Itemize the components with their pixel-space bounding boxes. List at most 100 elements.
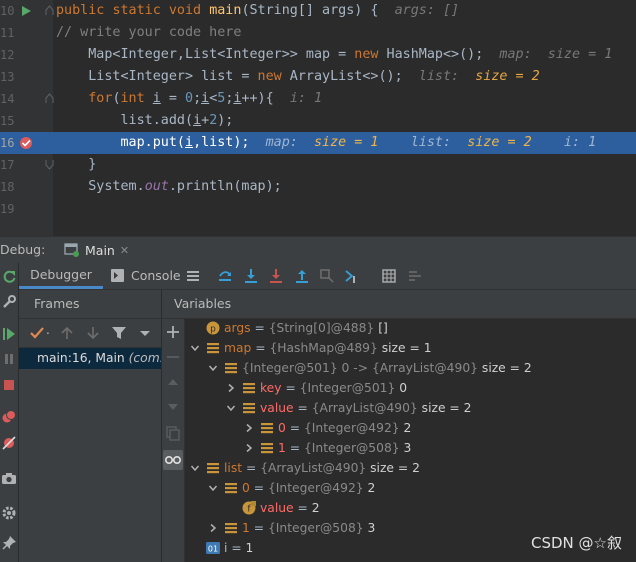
variable-row[interactable]: p args = {String[0]@488} [] (162, 318, 636, 338)
gear-icon[interactable] (1, 505, 17, 521)
variable-value: 2 (403, 421, 412, 435)
code-text: for(int i = 0;i<5;i++){ i: 1 (56, 88, 322, 110)
variable-value: 1 (245, 541, 254, 555)
chevron-right-icon[interactable] (244, 443, 254, 453)
arrow-down-icon[interactable] (85, 325, 101, 341)
fold-marker-icon[interactable] (45, 93, 54, 104)
equals-sign: = (227, 541, 246, 555)
chevron-down-icon[interactable] (208, 483, 218, 493)
variable-row[interactable]: f value = 2 (162, 498, 636, 518)
evaluate-expression-icon[interactable] (381, 268, 397, 284)
debug-session-tab-main[interactable]: Main ✕ (56, 237, 138, 263)
stop-icon[interactable] (1, 377, 17, 393)
code-line[interactable]: 14 for(int i = 0;i<5;i++){ i: 1 (0, 88, 636, 110)
mute-breakpoints-icon[interactable] (1, 435, 17, 451)
debug-left-toolbar (0, 263, 19, 562)
code-line[interactable]: 17 } (0, 154, 636, 176)
code-text: public static void main(String[] args) {… (56, 0, 459, 22)
chevron-down-icon[interactable] (137, 325, 153, 341)
variable-name: value (260, 401, 294, 415)
line-number: 15 (0, 114, 15, 128)
code-line[interactable]: 16 map.put(i,list); map: size = 1 list: … (0, 132, 636, 154)
code-token: new (257, 69, 290, 84)
variable-value: size = 2 (481, 361, 532, 375)
variable-reference: {Integer@492} (303, 421, 400, 435)
arrow-up-icon[interactable] (59, 325, 75, 341)
chevron-right-icon[interactable] (244, 423, 254, 433)
show-execution-point-icon[interactable] (217, 268, 233, 284)
variable-row[interactable]: {Integer@501} 0 -> {ArrayList@490} size … (162, 358, 636, 378)
chevron-down-icon[interactable] (190, 463, 200, 473)
code-line[interactable]: 15 list.add(i+2); (0, 110, 636, 132)
variable-row[interactable]: 0 = {Integer@492} 2 (162, 418, 636, 438)
code-line[interactable]: 19 (0, 198, 636, 220)
code-token: i (152, 91, 161, 106)
inline-debug-hint: map: (265, 135, 314, 150)
settings-wrench-icon[interactable] (1, 294, 17, 310)
variable-row[interactable]: map = {HashMap@489} size = 1 (162, 338, 636, 358)
line-number: 13 (0, 70, 15, 84)
equals-sign: = (285, 421, 304, 435)
step-over-icon[interactable] (243, 268, 259, 284)
chevron-down-icon[interactable] (190, 343, 200, 353)
step-out-icon[interactable] (294, 268, 310, 284)
drop-frame-icon[interactable] (319, 268, 335, 284)
check-icon[interactable] (29, 325, 45, 341)
parameter-icon: p (206, 321, 220, 335)
variable-row[interactable]: 0 = {Integer@492} 2 (162, 478, 636, 498)
code-token: ++){ (241, 91, 290, 106)
code-line[interactable]: 11 // write your code here (0, 22, 636, 44)
variable-name: key (260, 381, 282, 395)
primitive-icon: 01 (206, 542, 220, 554)
fold-marker-icon[interactable] (45, 159, 54, 170)
chevron-down-icon[interactable] (208, 363, 218, 373)
thread-dropdown-arrow[interactable]: . (46, 323, 50, 337)
code-token: 0 (185, 91, 194, 106)
code-line[interactable]: 13 List<Integer> list = new ArrayList<>(… (0, 66, 636, 88)
code-line[interactable]: 12 Map<Integer,List<Integer>> map = new … (0, 44, 636, 66)
fold-marker-icon[interactable] (45, 5, 54, 16)
rerun-icon[interactable] (1, 269, 17, 285)
filter-icon[interactable] (111, 325, 127, 341)
layout-menu-icon[interactable] (185, 268, 201, 284)
code-token: out (144, 179, 169, 194)
code-text: list.add(i+2); (56, 110, 233, 132)
list-value-icon (225, 483, 237, 494)
pause-icon[interactable] (1, 351, 17, 367)
code-line[interactable]: 18 System.out.println(map); (0, 176, 636, 198)
variable-row[interactable]: list = {ArrayList@490} size = 2 (162, 458, 636, 478)
view-breakpoints-icon[interactable] (1, 409, 17, 425)
tab-debugger[interactable]: Debugger (19, 263, 103, 289)
chevron-down-icon[interactable] (226, 403, 236, 413)
variable-row[interactable]: key = {Integer@501} 0 (162, 378, 636, 398)
code-token: (String[] args) { (241, 3, 395, 18)
frame-row[interactable]: main:16, Main (com.e (19, 348, 161, 369)
variable-row[interactable]: 1 = {Integer@508} 3 (162, 438, 636, 458)
code-text: map.put(i,list); map: size = 1 list: siz… (56, 132, 596, 154)
run-gutter-icon[interactable] (19, 4, 33, 18)
breakpoint-icon[interactable] (19, 136, 33, 150)
run-to-cursor-icon[interactable] (344, 268, 360, 284)
chevron-right-icon[interactable] (208, 523, 218, 533)
code-editor[interactable]: 10 public static void main(String[] args)… (0, 0, 636, 236)
code-token: // write your code here (56, 25, 242, 40)
tab-console[interactable]: Console (111, 263, 181, 289)
code-text: System.out.println(map); (56, 176, 282, 198)
line-number: 16 (0, 136, 15, 150)
code-line[interactable]: 10 public static void main(String[] args)… (0, 0, 636, 22)
variable-value: 3 (403, 441, 412, 455)
pin-icon[interactable] (1, 535, 17, 551)
chevron-right-icon[interactable] (226, 383, 236, 393)
resume-icon[interactable] (1, 326, 17, 342)
variable-row[interactable]: value = {ArrayList@490} size = 2 (162, 398, 636, 418)
line-number: 17 (0, 158, 15, 172)
step-into-icon[interactable] (268, 268, 284, 284)
console-icon (111, 269, 124, 282)
frames-panel: Frames . main:16, Main (com.e (19, 290, 162, 562)
camera-icon[interactable] (1, 470, 17, 486)
inline-debug-hint: i: 1 (289, 91, 323, 106)
variable-text: value = 2 (260, 498, 320, 518)
close-icon[interactable]: ✕ (120, 244, 129, 257)
trace-stream-icon[interactable] (407, 268, 423, 284)
variables-panel: Variables p args = {String[0]@488} [] map … (162, 290, 636, 562)
